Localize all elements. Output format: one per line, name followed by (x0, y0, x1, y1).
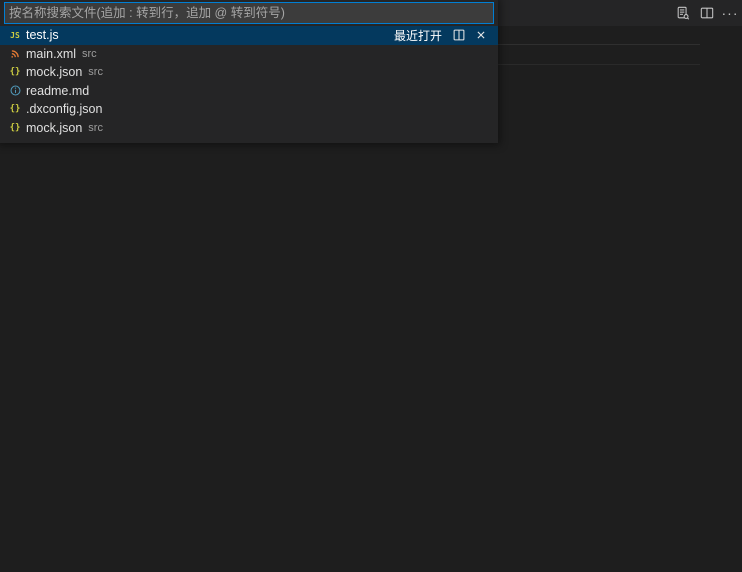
file-name: readme.md (26, 83, 90, 98)
quick-open-item-dxconfig-json[interactable]: {} .dxconfig.json (0, 100, 498, 119)
file-name: main.xml (26, 46, 77, 61)
json-file-icon: {} (9, 122, 21, 133)
quick-open-input-wrapper (4, 2, 494, 24)
quick-open-item-main-xml[interactable]: main.xml src (0, 45, 498, 64)
open-preview-icon[interactable] (674, 4, 692, 22)
file-description: src (88, 66, 103, 79)
quick-open-item-readme-md[interactable]: readme.md (0, 82, 498, 101)
json-file-icon: {} (9, 104, 21, 115)
quick-open-item-mock-json[interactable]: {} mock.json src (0, 63, 498, 82)
javascript-file-icon: JS (10, 30, 20, 40)
editor-actions: ··· (674, 0, 742, 26)
quick-open-widget: JS test.js 最近打开 (0, 0, 498, 143)
open-to-side-icon[interactable] (452, 28, 466, 42)
more-actions-icon[interactable]: ··· (722, 4, 738, 22)
info-file-icon (8, 84, 22, 98)
quick-open-list: JS test.js 最近打开 main.xml src {} mock.jso… (0, 26, 498, 137)
quick-open-item-mock-json-2[interactable]: {} mock.json src (0, 119, 498, 138)
file-name: .dxconfig.json (26, 102, 103, 117)
file-description: src (82, 47, 97, 60)
editor-divider (498, 64, 700, 65)
recently-opened-label: 最近打开 (393, 28, 442, 43)
xml-file-icon (8, 47, 22, 61)
editor-divider (498, 44, 700, 45)
quick-open-item-test-js[interactable]: JS test.js 最近打开 (0, 26, 498, 45)
file-description: src (88, 121, 103, 134)
file-name: test.js (26, 28, 59, 43)
json-file-icon: {} (9, 67, 21, 78)
file-name: mock.json (26, 65, 83, 80)
split-editor-icon[interactable] (698, 4, 716, 22)
file-name: mock.json (26, 120, 83, 135)
remove-from-recent-icon[interactable] (474, 28, 488, 42)
row-actions: 最近打开 (394, 26, 488, 45)
quick-open-search-input[interactable] (4, 2, 494, 24)
